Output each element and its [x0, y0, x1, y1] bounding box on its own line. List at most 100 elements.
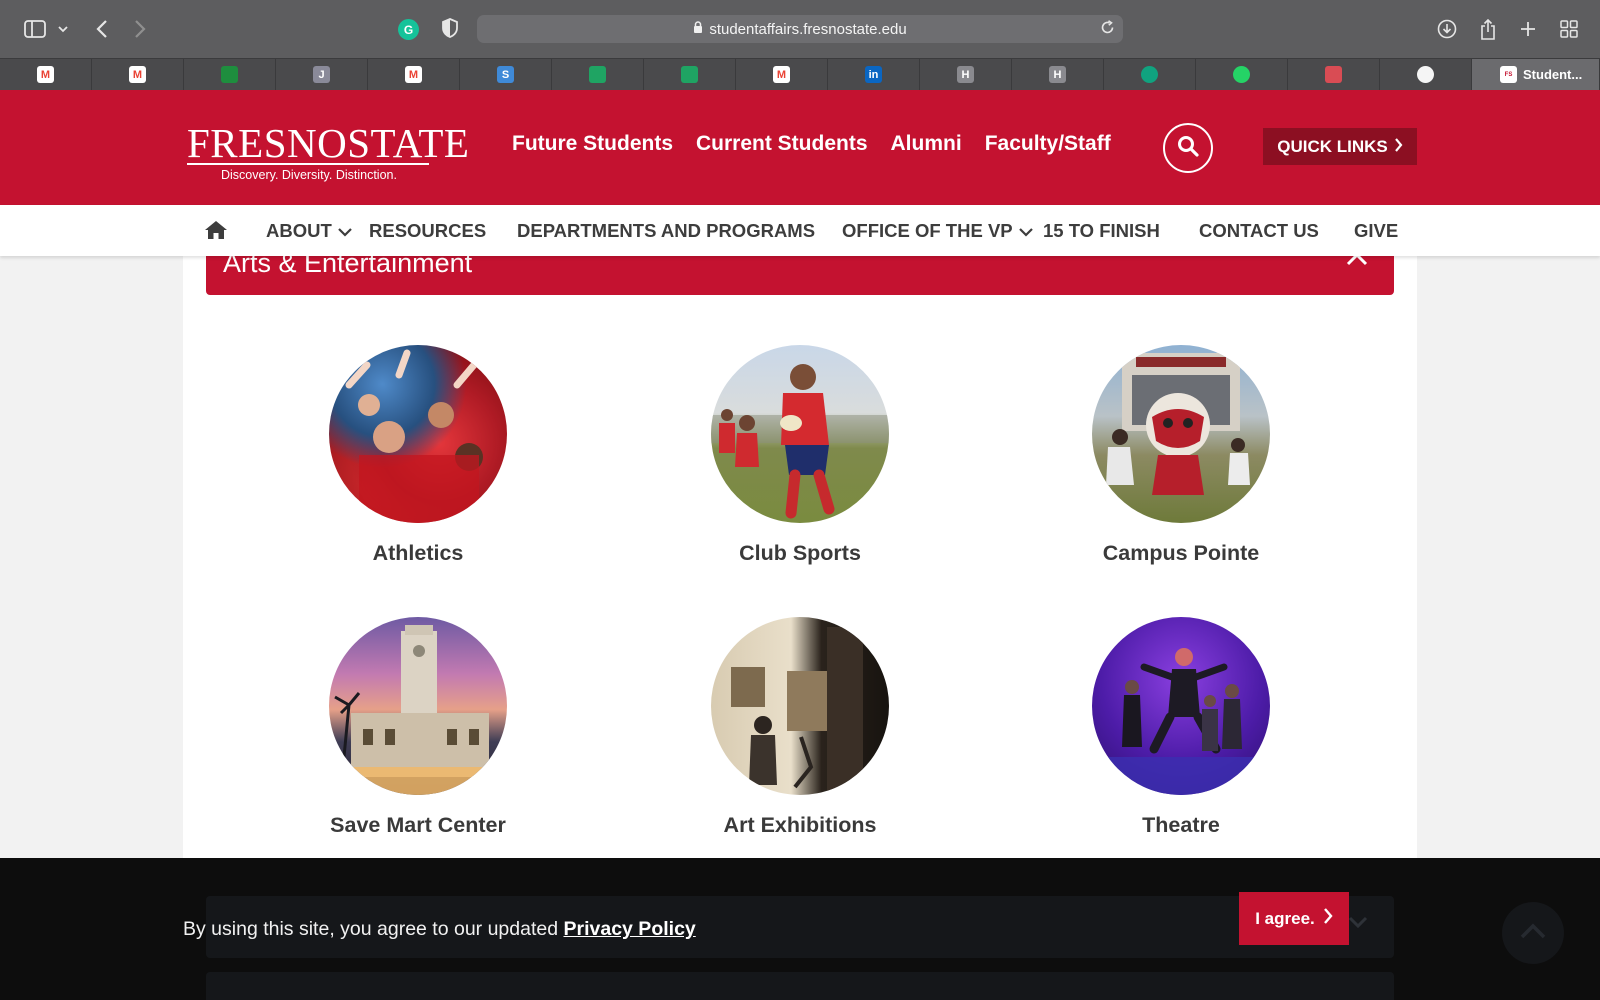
back-to-top-button[interactable]	[1502, 902, 1564, 964]
back-icon[interactable]	[92, 14, 112, 44]
tile-club-sports[interactable]: Club Sports	[650, 345, 950, 566]
browser-tab[interactable]: S	[460, 59, 552, 90]
tile-label[interactable]: Art Exhibitions	[650, 813, 950, 838]
browser-tab[interactable]	[552, 59, 644, 90]
quick-links-label: QUICK LINKS	[1277, 136, 1388, 156]
cookie-message-text: By using this site, you agree to our upd…	[183, 918, 564, 940]
new-tab-icon[interactable]	[1518, 14, 1538, 44]
reload-icon[interactable]	[1100, 20, 1115, 39]
browser-tab[interactable]	[1288, 59, 1380, 90]
tile-athletics[interactable]: Athletics	[268, 345, 568, 566]
tab-title: Student...	[1523, 67, 1583, 82]
subnav-15-to-finish[interactable]: 15 TO FINISH	[1043, 220, 1160, 242]
logo-wordmark: FRESNOSTATE	[187, 120, 470, 166]
tile-art-exhibitions[interactable]: Art Exhibitions	[650, 617, 950, 838]
tile-theatre[interactable]: Theatre	[1031, 617, 1331, 838]
browser-tab[interactable]: M	[368, 59, 460, 90]
browser-tab[interactable]: M	[0, 59, 92, 90]
home-icon[interactable]	[204, 220, 228, 245]
browser-tab[interactable]: H	[1012, 59, 1104, 90]
browser-toolbar: G studentaffairs.fresnostate.edu	[0, 0, 1600, 58]
theatre-photo[interactable]	[1092, 617, 1270, 795]
gmail-icon: M	[37, 66, 54, 83]
logo-tagline: Discovery. Diversity. Distinction.	[221, 168, 397, 182]
club-sports-photo[interactable]	[711, 345, 889, 523]
google-drive-icon	[589, 66, 606, 83]
nav-faculty-staff[interactable]: Faculty/Staff	[985, 132, 1111, 156]
search-icon	[1177, 135, 1199, 162]
browser-tab[interactable]	[184, 59, 276, 90]
linkedin-icon: in	[865, 66, 882, 83]
browser-tab[interactable]: M	[92, 59, 184, 90]
subnav-resources[interactable]: RESOURCES	[369, 220, 486, 242]
cup-icon	[1325, 66, 1342, 83]
gmail-icon: M	[405, 66, 422, 83]
nav-alumni[interactable]: Alumni	[891, 132, 962, 156]
chevron-up-icon	[1520, 923, 1546, 944]
privacy-policy-link[interactable]: Privacy Policy	[564, 918, 696, 940]
chevron-down-icon	[1018, 220, 1033, 242]
subnav-contact-us[interactable]: CONTACT US	[1199, 220, 1319, 242]
chevron-down-icon[interactable]	[1348, 916, 1368, 934]
gmail-icon: M	[773, 66, 790, 83]
whatsapp-icon	[1233, 66, 1250, 83]
google-drive-icon	[681, 66, 698, 83]
agree-label: I agree.	[1255, 908, 1315, 928]
browser-tab[interactable]	[1104, 59, 1196, 90]
subnav-departments[interactable]: DEPARTMENTS AND PROGRAMS	[517, 220, 815, 242]
tab-active[interactable]: FS Student...	[1472, 59, 1600, 90]
sidebar-toggle-icon[interactable]	[22, 14, 48, 44]
s-app-icon: S	[497, 66, 514, 83]
tile-save-mart-center[interactable]: Save Mart Center	[268, 617, 568, 838]
subnav-give[interactable]: GIVE	[1354, 220, 1398, 242]
tile-label[interactable]: Theatre	[1031, 813, 1331, 838]
accordion-collapsed[interactable]	[206, 972, 1394, 1000]
quick-links-button[interactable]: QUICK LINKS	[1263, 128, 1417, 165]
tab-overview-icon[interactable]	[1559, 14, 1579, 44]
athletics-photo[interactable]	[329, 345, 507, 523]
tab-group-chevron-icon[interactable]	[56, 14, 70, 44]
subnav-about-label: ABOUT	[266, 220, 332, 241]
nav-future-students[interactable]: Future Students	[512, 132, 673, 156]
save-mart-center-photo[interactable]	[329, 617, 507, 795]
grammarly-extension-icon[interactable]: G	[398, 19, 419, 40]
address-bar[interactable]: studentaffairs.fresnostate.edu	[477, 15, 1123, 43]
forward-icon[interactable]	[130, 14, 150, 44]
campus-pointe-photo[interactable]	[1092, 345, 1270, 523]
main-nav: Future Students Current Students Alumni …	[512, 132, 1111, 156]
cookie-message: By using this site, you agree to our upd…	[183, 918, 696, 941]
privacy-shield-icon[interactable]	[441, 18, 459, 43]
browser-tab[interactable]	[644, 59, 736, 90]
tile-label[interactable]: Club Sports	[650, 541, 950, 566]
art-exhibitions-photo[interactable]	[711, 617, 889, 795]
share-icon[interactable]	[1478, 14, 1498, 44]
browser-tab[interactable]: J	[276, 59, 368, 90]
fresno-state-logo[interactable]: FRESNOSTATE Discovery. Diversity. Distin…	[187, 120, 470, 182]
chatgpt-icon	[1141, 66, 1158, 83]
github-icon	[1417, 66, 1434, 83]
tile-label[interactable]: Save Mart Center	[268, 813, 568, 838]
agree-button[interactable]: I agree.	[1239, 892, 1349, 945]
browser-tab[interactable]	[1196, 59, 1288, 90]
j-app-icon: J	[313, 66, 330, 83]
browser-tab[interactable]: H	[920, 59, 1012, 90]
chevron-right-icon	[1323, 908, 1333, 929]
subnav-office-vp-label: OFFICE OF THE VP	[842, 220, 1013, 241]
lock-icon	[693, 20, 703, 38]
tile-label[interactable]: Campus Pointe	[1031, 541, 1331, 566]
sub-nav: ABOUT RESOURCES DEPARTMENTS AND PROGRAMS…	[0, 205, 1600, 256]
search-button[interactable]	[1163, 123, 1213, 173]
url-text: studentaffairs.fresnostate.edu	[709, 20, 907, 38]
site-header: FRESNOSTATE Discovery. Diversity. Distin…	[0, 90, 1600, 205]
browser-tab[interactable]: M	[736, 59, 828, 90]
gmail-icon: M	[129, 66, 146, 83]
browser-tab[interactable]: in	[828, 59, 920, 90]
chevron-right-icon	[1394, 137, 1403, 157]
nav-current-students[interactable]: Current Students	[696, 132, 868, 156]
subnav-about[interactable]: ABOUT	[266, 220, 352, 242]
tile-label[interactable]: Athletics	[268, 541, 568, 566]
subnav-office-vp[interactable]: OFFICE OF THE VP	[842, 220, 1033, 242]
browser-tab[interactable]	[1380, 59, 1472, 90]
downloads-icon[interactable]	[1436, 14, 1458, 44]
tile-campus-pointe[interactable]: Campus Pointe	[1031, 345, 1331, 566]
